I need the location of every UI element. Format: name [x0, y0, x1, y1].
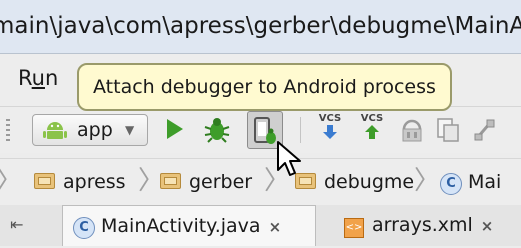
class-icon: C — [440, 173, 462, 195]
android-icon — [43, 122, 67, 139]
arrow-up-icon — [365, 125, 379, 139]
run-icon[interactable] — [165, 117, 185, 141]
vcs-compare-icon[interactable] — [436, 117, 460, 143]
arrow-down-icon — [323, 125, 337, 139]
menu-run[interactable]: Run — [18, 66, 58, 90]
breadcrumb-item-mainactivity[interactable]: C Mai — [440, 159, 501, 205]
breadcrumb-item-apress[interactable]: apress — [34, 159, 126, 205]
vcs-revert-icon[interactable] — [472, 117, 498, 143]
breadcrumb: 〉 apress 〉 gerber 〉 debugme 〉 CMai — [0, 158, 521, 206]
close-icon[interactable]: × — [481, 217, 494, 235]
folder-icon — [34, 173, 55, 189]
editor-tabs: ⇤ C MainActivity.java × <> arrays.xml × — [0, 205, 521, 246]
chevron-right-icon: 〉 — [0, 159, 22, 205]
class-icon: C — [73, 217, 95, 239]
tab-mainactivity-java[interactable]: C MainActivity.java × — [62, 205, 316, 246]
pin-tab-icon[interactable]: ⇤ — [10, 215, 23, 234]
breadcrumb-item-gerber[interactable]: gerber — [160, 159, 252, 205]
folder-icon — [160, 173, 181, 189]
vcs-update-label: VCS — [318, 113, 342, 124]
main-toolbar: app ▼ VCS VCS — [0, 107, 521, 153]
vcs-commit-button[interactable]: VCS — [358, 113, 386, 143]
debug-icon[interactable] — [203, 115, 231, 143]
attach-debugger-tooltip: Attach debugger to Android process — [77, 63, 452, 111]
vcs-update-button[interactable]: VCS — [316, 113, 344, 143]
chevron-right-icon: 〉 — [414, 166, 441, 196]
tab-arrays-xml[interactable]: <> arrays.xml × — [338, 205, 493, 246]
run-configuration-label: app — [77, 119, 113, 141]
close-icon[interactable]: × — [269, 218, 282, 236]
run-configuration-select[interactable]: app ▼ — [32, 114, 148, 146]
toolbar-grip[interactable] — [6, 119, 10, 141]
vcs-commit-label: VCS — [360, 113, 384, 124]
mouse-cursor-icon — [277, 141, 301, 176]
window-title: main\java\com\apress\gerber\debugme\Main… — [0, 0, 521, 54]
vcs-history-icon[interactable] — [400, 117, 424, 143]
xml-file-icon: <> — [344, 218, 364, 238]
chevron-down-icon: ▼ — [125, 123, 135, 137]
breadcrumb-item-debugme[interactable]: debugme — [295, 159, 414, 205]
